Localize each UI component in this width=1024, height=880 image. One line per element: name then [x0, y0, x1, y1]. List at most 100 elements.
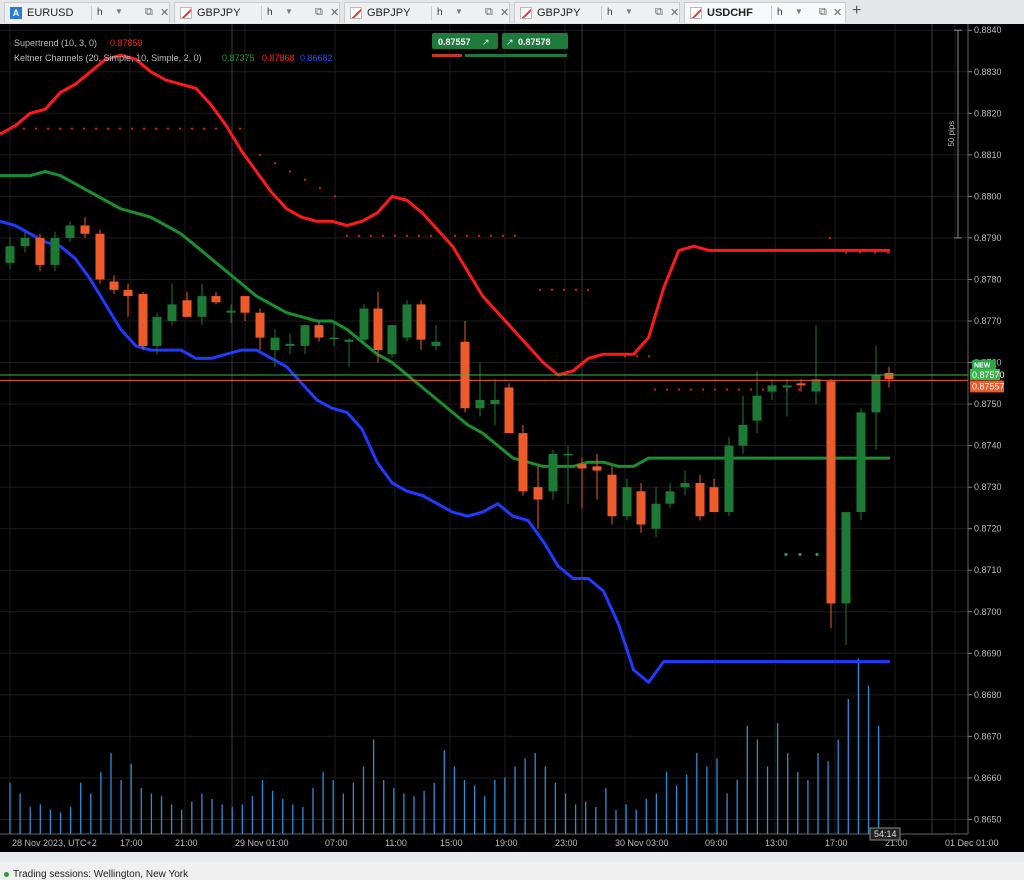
supertrend-dot [574, 288, 578, 292]
chart-tab-gbpjpy-2[interactable]: GBPJPY h ▼ ⧉ ✕ [344, 2, 510, 23]
supertrend-dot [154, 127, 158, 130]
candle-body [314, 325, 324, 338]
candle-body [138, 294, 148, 346]
candle-body [152, 316, 162, 346]
candle-body [636, 491, 646, 525]
supertrend-dot [70, 127, 74, 130]
supertrend-dot [417, 234, 421, 238]
supertrend-dot [550, 288, 554, 292]
supertrend-dot [202, 127, 206, 130]
tab-timeframe[interactable]: h [777, 7, 783, 18]
candle-body [724, 445, 734, 513]
supertrend-dot [214, 127, 218, 130]
candle-body [796, 383, 806, 386]
supertrend-dot [858, 251, 862, 254]
supertrend-dot-green [815, 552, 819, 557]
chart-tab-usdchf[interactable]: USDCHF h ▼ ⧉ ✕ [684, 2, 846, 23]
chevron-down-icon[interactable]: ▼ [795, 7, 803, 16]
keltner-upper-value: 0.87868 [262, 53, 295, 63]
candle-body [285, 343, 295, 346]
y-tick-label: 0.8800 [974, 191, 1002, 201]
y-tick-label: 0.8660 [974, 773, 1002, 783]
candle-body [695, 483, 705, 517]
supertrend-dot [318, 186, 322, 190]
candle-body [592, 466, 602, 471]
supertrend-dot [190, 127, 194, 130]
price-chart[interactable]: 0.8840 0.8830 0.8820 0.8810 0.8800 0.8790 0.87… [0, 24, 1024, 854]
tab-timeframe[interactable]: h [97, 7, 103, 18]
tab-timeframe[interactable]: h [267, 7, 273, 18]
supertrend-dot [142, 127, 146, 130]
chevron-down-icon[interactable]: ▼ [115, 7, 123, 16]
x-tick-label: 15:00 [440, 838, 463, 848]
candle-body [300, 325, 310, 346]
y-tick-label: 0.8690 [974, 648, 1002, 658]
supertrend-dot [797, 388, 801, 391]
close-icon[interactable]: ✕ [670, 6, 679, 19]
supertrend-dot [586, 288, 590, 292]
y-tick-label: 0.8820 [974, 108, 1002, 118]
chart-tab-eurusd[interactable]: A EURUSD h ▼ ⧉ ✕ [4, 2, 170, 23]
supertrend-dot [562, 288, 566, 292]
tab-timeframe[interactable]: h [437, 7, 443, 18]
candle-body [490, 399, 500, 405]
chevron-down-icon[interactable]: ▼ [625, 7, 633, 16]
popout-icon[interactable]: ⧉ [819, 6, 827, 19]
popout-icon[interactable]: ⧉ [315, 6, 323, 19]
candle-body [5, 246, 15, 263]
candle-body [856, 412, 866, 513]
popout-icon[interactable]: ⧉ [485, 6, 493, 19]
x-tick-label: 17:00 [120, 838, 143, 848]
supertrend-dot [357, 234, 361, 238]
supertrend-dot [94, 127, 98, 130]
keltner-lower-value: 0.86682 [300, 53, 333, 63]
candle-body [211, 296, 221, 303]
close-icon[interactable]: ✕ [160, 6, 169, 19]
tab-timeframe[interactable]: h [607, 7, 613, 18]
supertrend-dot [689, 388, 693, 391]
supertrend-dot [701, 388, 705, 391]
x-tick-label: 17:00 [825, 838, 848, 848]
supertrend-dot [489, 234, 493, 238]
chart-tab-gbpjpy-3[interactable]: GBPJPY h ▼ ⧉ ✕ [514, 2, 680, 23]
chart-scrollbar[interactable] [0, 852, 1024, 862]
y-tick-label: 0.8830 [974, 67, 1002, 77]
supertrend-dot [465, 234, 469, 238]
supertrend-dot [226, 127, 230, 130]
popout-icon[interactable]: ⧉ [145, 6, 153, 19]
popout-icon[interactable]: ⧉ [655, 6, 663, 19]
candle-body [548, 453, 558, 492]
buy-volume-bar [465, 54, 567, 57]
x-tick-label: 30 Nov 03:00 [615, 838, 669, 848]
y-tick-label: 0.8740 [974, 441, 1002, 451]
supertrend-dot [749, 388, 753, 391]
x-tick-label: 11:00 [385, 838, 407, 848]
supertrend-dot [10, 127, 14, 130]
close-icon[interactable]: ✕ [500, 6, 509, 19]
candle-body [109, 281, 119, 290]
supertrend-dot [393, 234, 397, 238]
candle-body [20, 237, 30, 247]
supertrend-dot [345, 234, 349, 238]
supertrend-legend: Supertrend (10, 3, 0) [14, 38, 97, 48]
chevron-down-icon[interactable]: ▼ [455, 7, 463, 16]
supertrend-dot [333, 195, 337, 198]
x-tick-label: 13:00 [765, 838, 788, 848]
buy-price: 0.87578 [518, 37, 551, 47]
add-tab-icon[interactable]: + [852, 2, 861, 20]
candle-body [826, 381, 836, 604]
supertrend-dot [653, 388, 657, 391]
supertrend-dot [713, 388, 717, 391]
x-tick-label: 19:00 [495, 838, 518, 848]
y-tick-label: 0.8670 [974, 731, 1002, 741]
chart-tab-gbpjpy-1[interactable]: GBPJPY h ▼ ⧉ ✕ [174, 2, 340, 23]
chevron-down-icon[interactable]: ▼ [285, 7, 293, 16]
supertrend-dot [22, 127, 26, 130]
candle-body [197, 296, 207, 317]
x-tick-label: 07:00 [325, 838, 348, 848]
x-tick-label: 21:00 [175, 838, 198, 848]
close-icon[interactable]: ✕ [330, 6, 339, 19]
close-icon[interactable]: ✕ [833, 6, 842, 19]
candle-body [752, 395, 762, 421]
chart-canvas[interactable]: 0.8840 0.8830 0.8820 0.8810 0.8800 0.8790 0.87… [0, 24, 1024, 854]
